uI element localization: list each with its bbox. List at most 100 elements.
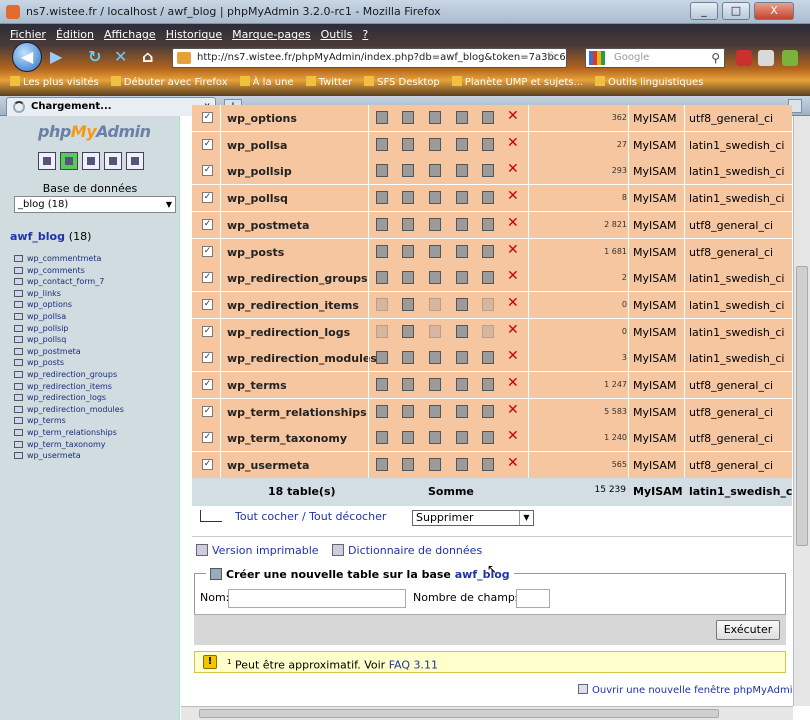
menu-marque-pages[interactable]: Marque-pages (232, 28, 310, 41)
sidebar-table-item[interactable]: wp_options (14, 299, 124, 311)
empty-icon[interactable] (482, 458, 494, 472)
row-checkbox[interactable]: ✓ (202, 138, 213, 150)
table-name-link[interactable]: wp_pollsq (227, 192, 288, 205)
home-icon[interactable]: ⌂ (142, 49, 153, 65)
phpmyadmin-logo[interactable]: phpMyAdmin (38, 122, 151, 141)
empty-icon[interactable] (482, 378, 494, 391)
browse-icon[interactable] (376, 164, 388, 178)
sidebar-table-item[interactable]: wp_links (14, 288, 124, 300)
forward-arrow-icon[interactable]: ▶ (50, 49, 62, 65)
drop-icon[interactable]: ✕ (507, 348, 519, 364)
search-icon[interactable] (429, 431, 441, 445)
table-name-link[interactable]: wp_redirection_logs (227, 326, 350, 339)
row-checkbox[interactable]: ✓ (202, 432, 213, 444)
browse-icon[interactable] (376, 431, 388, 445)
reload-icon[interactable]: ↻ (88, 49, 101, 65)
scrollbar-thumb[interactable] (796, 266, 808, 546)
browse-icon[interactable] (376, 271, 388, 285)
drop-icon[interactable]: ✕ (507, 161, 519, 177)
structure-icon[interactable] (402, 111, 414, 124)
row-checkbox[interactable]: ✓ (202, 192, 213, 204)
sidebar-table-item[interactable]: wp_redirection_logs (14, 392, 124, 404)
addon-icon[interactable] (782, 50, 798, 66)
browse-icon[interactable] (376, 137, 388, 151)
browse-icon[interactable] (376, 458, 388, 472)
table-name-input[interactable] (228, 589, 406, 608)
bookmark-item[interactable]: Planète UMP et sujets... (451, 76, 583, 88)
tab-loading[interactable]: Chargement... x (6, 97, 216, 116)
search-icon[interactable] (429, 297, 441, 311)
row-checkbox[interactable]: ✓ (202, 352, 213, 364)
insert-icon[interactable] (456, 111, 468, 124)
empty-icon[interactable] (482, 111, 494, 124)
empty-icon[interactable] (482, 137, 494, 151)
help-icon[interactable] (126, 152, 144, 170)
insert-icon[interactable] (456, 271, 468, 285)
search-icon[interactable] (429, 351, 441, 365)
bookmark-star-icon[interactable]: ☆ (546, 49, 558, 64)
insert-icon[interactable] (456, 351, 468, 365)
back-arrow-icon[interactable]: ◀ (12, 42, 42, 72)
drop-icon[interactable]: ✕ (507, 322, 519, 338)
structure-icon[interactable] (402, 351, 414, 365)
drop-icon[interactable]: ✕ (507, 135, 519, 151)
structure-icon[interactable] (402, 244, 414, 258)
search-icon[interactable] (429, 191, 441, 205)
structure-icon[interactable] (402, 431, 414, 445)
sidebar-table-item[interactable]: wp_usermeta (14, 450, 124, 462)
sidebar-table-item[interactable]: wp_pollsa (14, 311, 124, 323)
structure-icon[interactable] (402, 191, 414, 205)
empty-icon[interactable] (482, 217, 494, 231)
search-icon[interactable]: ⚲ (711, 49, 720, 67)
row-checkbox[interactable]: ✓ (202, 112, 213, 123)
menu-historique[interactable]: Historique (166, 28, 222, 41)
search-box[interactable]: Google ⚲ (585, 48, 725, 68)
legend-db-link[interactable]: awf_blog (455, 568, 510, 581)
sidebar-table-item[interactable]: wp_pollsq (14, 334, 124, 346)
table-name-link[interactable]: wp_redirection_items (227, 299, 359, 312)
drop-icon[interactable]: ✕ (507, 455, 519, 471)
table-name-link[interactable]: wp_pollsa (227, 139, 287, 152)
menu-aide[interactable]: ? (362, 28, 368, 41)
structure-icon[interactable] (402, 271, 414, 285)
sidebar-table-item[interactable]: wp_pollsip (14, 323, 124, 335)
drop-icon[interactable]: ✕ (507, 215, 519, 231)
empty-icon[interactable] (482, 324, 494, 338)
browse-icon[interactable] (376, 244, 388, 258)
fields-count-input[interactable] (516, 589, 550, 608)
sidebar-table-item[interactable]: wp_term_taxonomy (14, 439, 124, 451)
sidebar-table-item[interactable]: wp_terms (14, 415, 124, 427)
insert-icon[interactable] (456, 137, 468, 151)
structure-icon[interactable] (402, 378, 414, 391)
sidebar-table-item[interactable]: wp_redirection_items (14, 381, 124, 393)
insert-icon[interactable] (456, 297, 468, 311)
structure-icon[interactable] (402, 458, 414, 472)
structure-icon[interactable] (402, 404, 414, 418)
insert-icon[interactable] (456, 164, 468, 178)
menu-fichier[interactable]: Fichier (10, 28, 46, 41)
browse-icon[interactable] (376, 324, 388, 338)
addon-icon[interactable] (736, 50, 752, 66)
row-checkbox[interactable]: ✓ (202, 245, 213, 257)
row-checkbox[interactable]: ✓ (202, 405, 213, 417)
table-name-link[interactable]: wp_postmeta (227, 219, 309, 232)
bookmark-item[interactable]: À la une (239, 76, 294, 88)
sidebar-table-item[interactable]: wp_contact_form_7 (14, 276, 124, 288)
maximize-button[interactable]: □ (722, 2, 750, 20)
browse-icon[interactable] (376, 111, 388, 124)
query-window-icon[interactable] (60, 152, 78, 170)
execute-button[interactable]: Exécuter (716, 620, 780, 640)
uncheck-all-link[interactable]: Tout décocher (309, 510, 386, 523)
browse-icon[interactable] (376, 297, 388, 311)
drop-icon[interactable]: ✕ (507, 108, 519, 124)
search-icon[interactable] (429, 217, 441, 231)
check-all-link[interactable]: Tout cocher (235, 510, 298, 523)
empty-icon[interactable] (482, 244, 494, 258)
menu-affichage[interactable]: Affichage (104, 28, 156, 41)
empty-icon[interactable] (482, 164, 494, 178)
menu-outils[interactable]: Outils (321, 28, 353, 41)
insert-icon[interactable] (456, 191, 468, 205)
insert-icon[interactable] (456, 324, 468, 338)
table-name-link[interactable]: wp_pollsip (227, 165, 292, 178)
minimize-button[interactable]: _ (690, 2, 718, 20)
